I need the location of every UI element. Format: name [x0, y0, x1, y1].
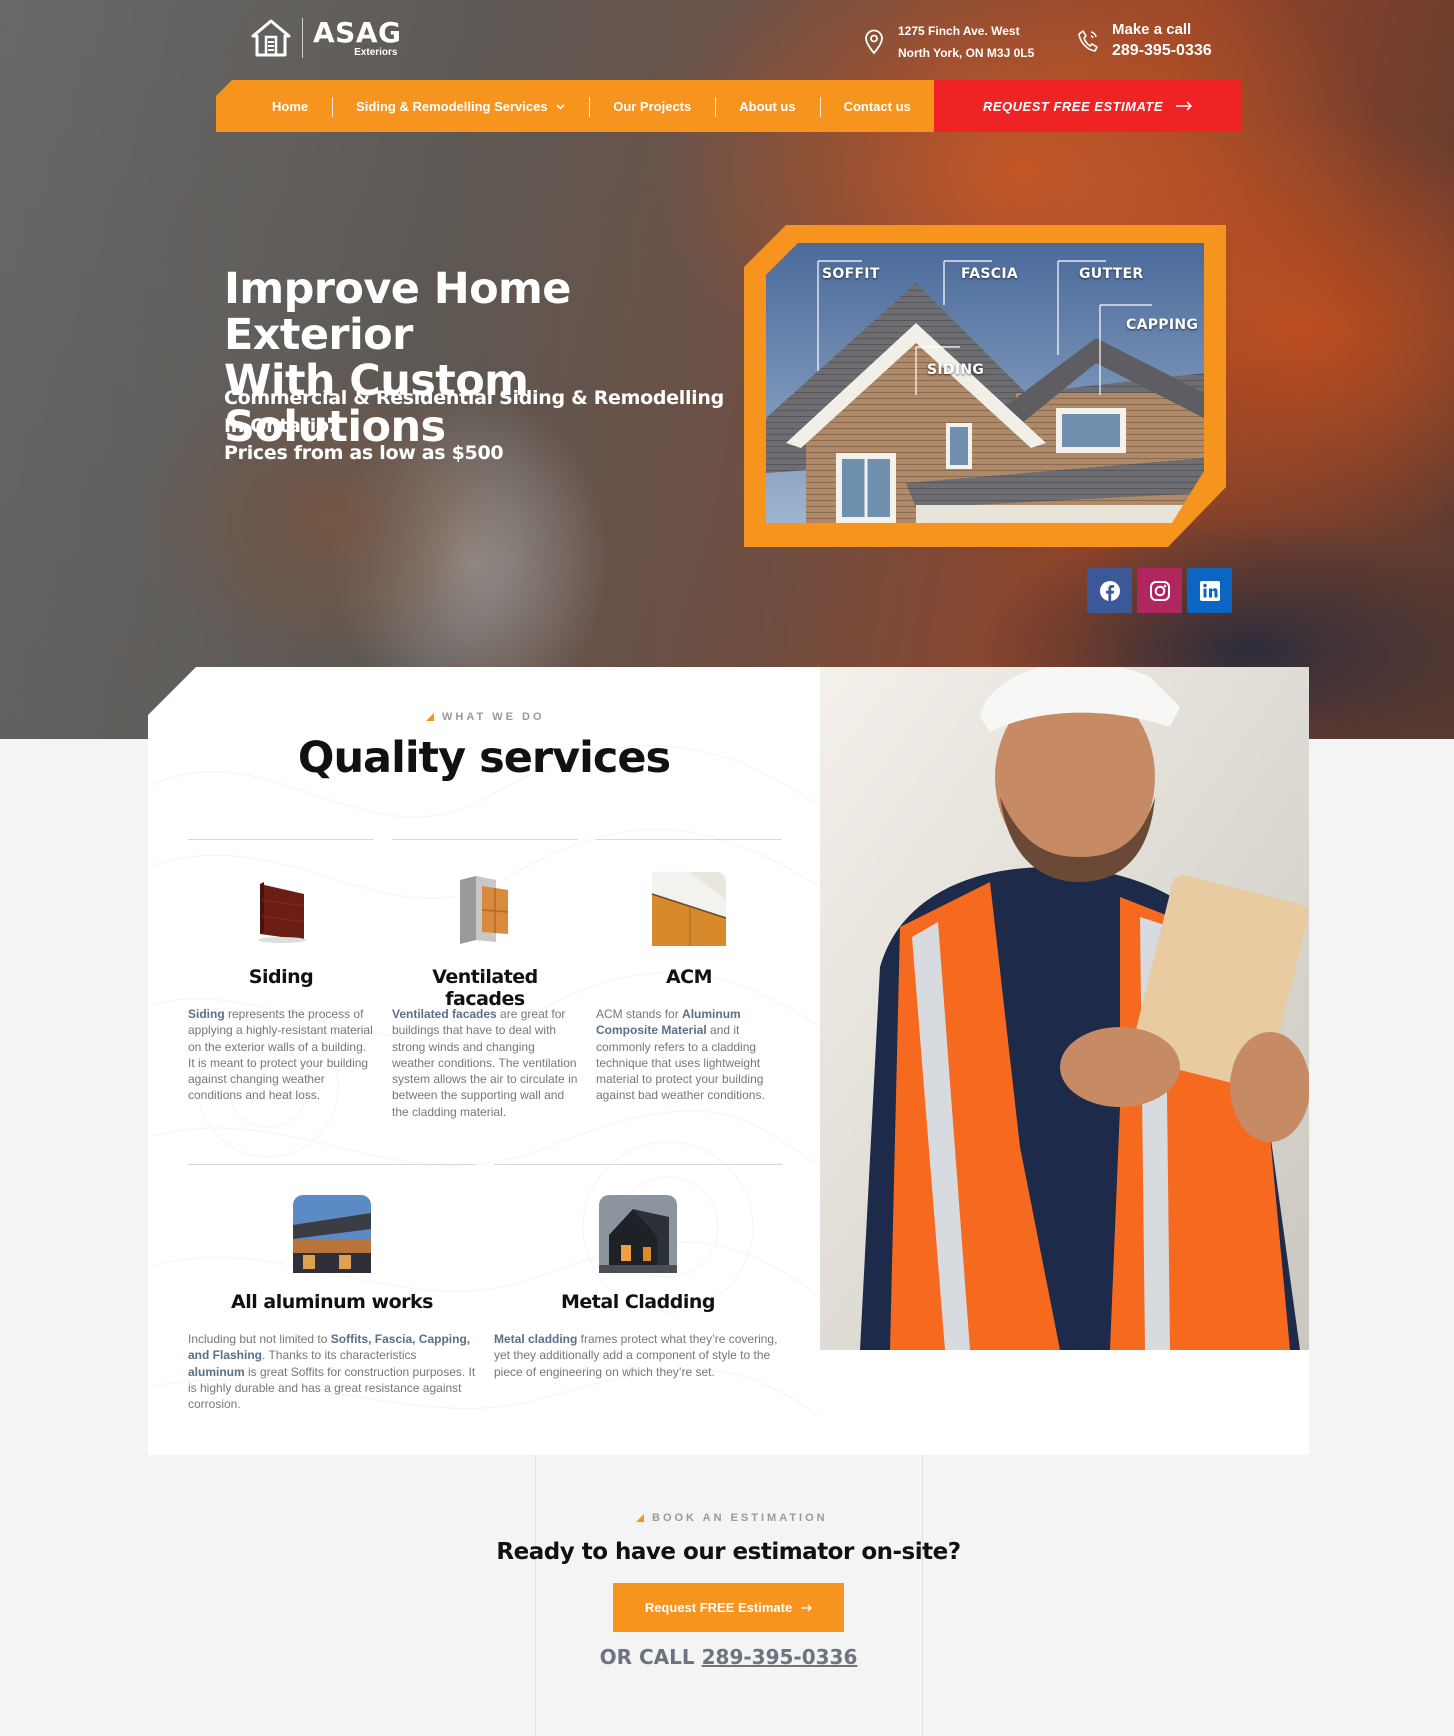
phone-icon	[1078, 30, 1098, 52]
call-phone[interactable]: 289-395-0336	[1112, 40, 1212, 62]
cta-call-line: OR CALL 289-395-0336	[148, 1645, 1309, 1669]
address-block: 1275 Finch Ave. West North York, ON M3J …	[862, 20, 1034, 64]
service-ventilated-lead: Ventilated facades	[392, 1007, 497, 1021]
service-aluminum-desc: Including but not limited to Soffits, Fa…	[188, 1331, 476, 1412]
hero-section: ASAG Exteriors 1275 Finch Ave. West Nort…	[0, 0, 1454, 739]
service-acm[interactable]: ACM ACM stands for Aluminum Composite Ma…	[596, 839, 782, 1139]
house-label-siding: SIDING	[927, 362, 985, 378]
siding-panel-icon	[258, 882, 306, 943]
service-aluminum-works[interactable]: All aluminum works Including but not lim…	[188, 1164, 476, 1424]
call-label: Make a call	[1112, 21, 1192, 38]
grid-line	[922, 1455, 923, 1736]
acm-panel-icon	[651, 872, 727, 946]
service-siding-desc: Siding represents the process of applyin…	[188, 1006, 374, 1104]
service-siding[interactable]: Siding Siding represents the process of …	[188, 839, 374, 1139]
facade-layers-icon	[460, 876, 509, 944]
instagram-link[interactable]	[1137, 568, 1182, 613]
nav-about[interactable]: About us	[715, 96, 819, 117]
cta-button-label: Request FREE Estimate	[644, 1600, 793, 1615]
facebook-link[interactable]	[1087, 568, 1132, 613]
service-ventilated-facades[interactable]: Ventilated facades Ventilated facades ar…	[392, 839, 578, 1139]
services-title: Quality services	[297, 733, 671, 783]
cta-eyebrow: BOOK AN ESTIMATION	[636, 1512, 828, 1524]
service-acm-desc: ACM stands for Aluminum Composite Materi…	[596, 1006, 782, 1104]
house-label-fascia: FASCIA	[961, 266, 1018, 282]
triangle-icon	[636, 1514, 644, 1522]
house-label-capping: CAPPING	[1126, 317, 1199, 333]
cta-phone-link[interactable]: 289-395-0336	[702, 1645, 858, 1669]
service-siding-name: Siding	[248, 966, 314, 988]
grid-line	[535, 1455, 536, 1736]
nav-services-label: Siding & Remodelling Services	[356, 98, 548, 114]
service-ventilated-name: Ventilated facades	[432, 966, 538, 1010]
nav-contact[interactable]: Contact us	[819, 96, 934, 117]
service-aluminum-mid: . Thanks to its characteristics	[262, 1348, 417, 1363]
request-free-estimate-button[interactable]: Request FREE Estimate	[613, 1583, 844, 1632]
service-aluminum-pre: Including but not limited to	[188, 1332, 331, 1346]
service-ventilated-desc: Ventilated facades are great for buildin…	[392, 1006, 578, 1120]
cta-call-prefix: OR CALL	[599, 1645, 695, 1669]
services-eyebrow-label: WHAT WE DO	[442, 711, 545, 723]
arrow-right-icon	[1176, 101, 1193, 111]
house-logo-icon	[251, 19, 291, 57]
worker-photo	[820, 667, 1309, 1350]
linkedin-link[interactable]	[1187, 568, 1232, 613]
linkedin-icon	[1199, 580, 1220, 601]
estimate-cta-section: BOOK AN ESTIMATION Ready to have our est…	[148, 1455, 1309, 1736]
nav-services[interactable]: Siding & Remodelling Services	[332, 96, 589, 117]
house-label-gutter: GUTTER	[1079, 266, 1144, 282]
instagram-icon	[1149, 580, 1170, 601]
service-aluminum-name: All aluminum works	[231, 1291, 433, 1313]
social-links	[1087, 568, 1232, 613]
aluminum-building-icon	[293, 1195, 371, 1273]
facebook-icon	[1099, 580, 1120, 601]
brand-logo[interactable]: ASAG Exteriors	[250, 18, 402, 58]
service-aluminum-lead2: aluminum	[188, 1364, 245, 1379]
hero-price: Prices from as low as $500	[224, 442, 504, 464]
service-acm-pre: ACM stands for	[596, 1007, 683, 1021]
map-pin-icon	[865, 29, 883, 55]
address-line1: 1275 Finch Ave. West	[898, 24, 1020, 38]
request-estimate-label: REQUEST FREE ESTIMATE	[983, 98, 1163, 114]
brand-sub: Exteriors	[354, 46, 398, 58]
nav-home[interactable]: Home	[216, 99, 332, 114]
services-eyebrow: WHAT WE DO	[426, 711, 545, 723]
service-siding-text: represents the process of applying a hig…	[188, 1007, 373, 1103]
service-metal-cladding[interactable]: Metal Cladding Metal cladding frames pro…	[494, 1164, 782, 1424]
cta-title: Ready to have our estimator on-site?	[496, 1539, 961, 1565]
service-acm-name: ACM	[665, 966, 713, 988]
chevron-down-icon	[556, 104, 565, 110]
hero-title-line1: Improve Home Exterior	[224, 264, 571, 360]
service-siding-lead: Siding	[188, 1007, 225, 1021]
service-ventilated-text: are great for buildings that have to dea…	[392, 1007, 578, 1119]
call-block[interactable]: Make a call 289-395-0336	[1076, 20, 1212, 62]
brand-name: ASAG	[313, 15, 402, 49]
hero-subtitle: Commercial & Residential Siding & Remode…	[224, 387, 724, 437]
nav-projects[interactable]: Our Projects	[589, 96, 715, 117]
logo-divider	[302, 18, 303, 58]
services-section: WHAT WE DO Quality services Siding Sidin…	[148, 667, 1309, 1455]
house-diagram-image	[766, 243, 1204, 523]
house-label-soffit: SOFFIT	[822, 266, 880, 282]
service-metal-name: Metal Cladding	[561, 1291, 715, 1313]
cta-eyebrow-label: BOOK AN ESTIMATION	[652, 1512, 828, 1524]
triangle-icon	[426, 713, 434, 721]
metal-cladding-house-icon	[599, 1195, 677, 1273]
arrow-right-icon	[801, 1604, 813, 1611]
service-metal-lead: Metal cladding	[494, 1332, 578, 1346]
address-line2: North York, ON M3J 0L5	[898, 46, 1035, 60]
main-nav: Home Siding & Remodelling Services Our P…	[216, 80, 934, 132]
service-metal-desc: Metal cladding frames protect what they’…	[494, 1331, 782, 1380]
request-estimate-button[interactable]: REQUEST FREE ESTIMATE	[934, 80, 1242, 132]
